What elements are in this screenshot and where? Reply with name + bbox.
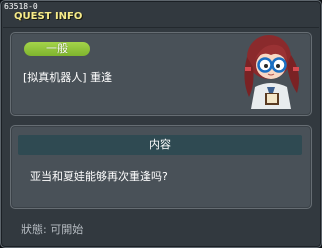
quest-id-label: 63518-0: [4, 2, 38, 11]
content-section-header: 内容: [18, 135, 302, 155]
quest-content-panel: 内容 亚当和夏娃能够再次重逢吗?: [10, 125, 312, 209]
quest-name: [拟真机器人] 重逢: [23, 71, 113, 84]
quest-info-window: 63518-0 QUEST INFO 一般 [拟真机器人] 重逢 内容 亚当和夏…: [0, 0, 322, 248]
window-title: QUEST INFO: [14, 11, 83, 22]
quest-summary-panel: 一般 [拟真机器人] 重逢: [10, 32, 312, 116]
quest-description: 亚当和夏娃能够再次重逢吗?: [30, 170, 168, 183]
npc-girl-with-glasses-icon: [237, 27, 307, 111]
quest-type-badge: 一般: [24, 42, 90, 56]
quest-status: 狀態: 可開始: [21, 223, 84, 236]
